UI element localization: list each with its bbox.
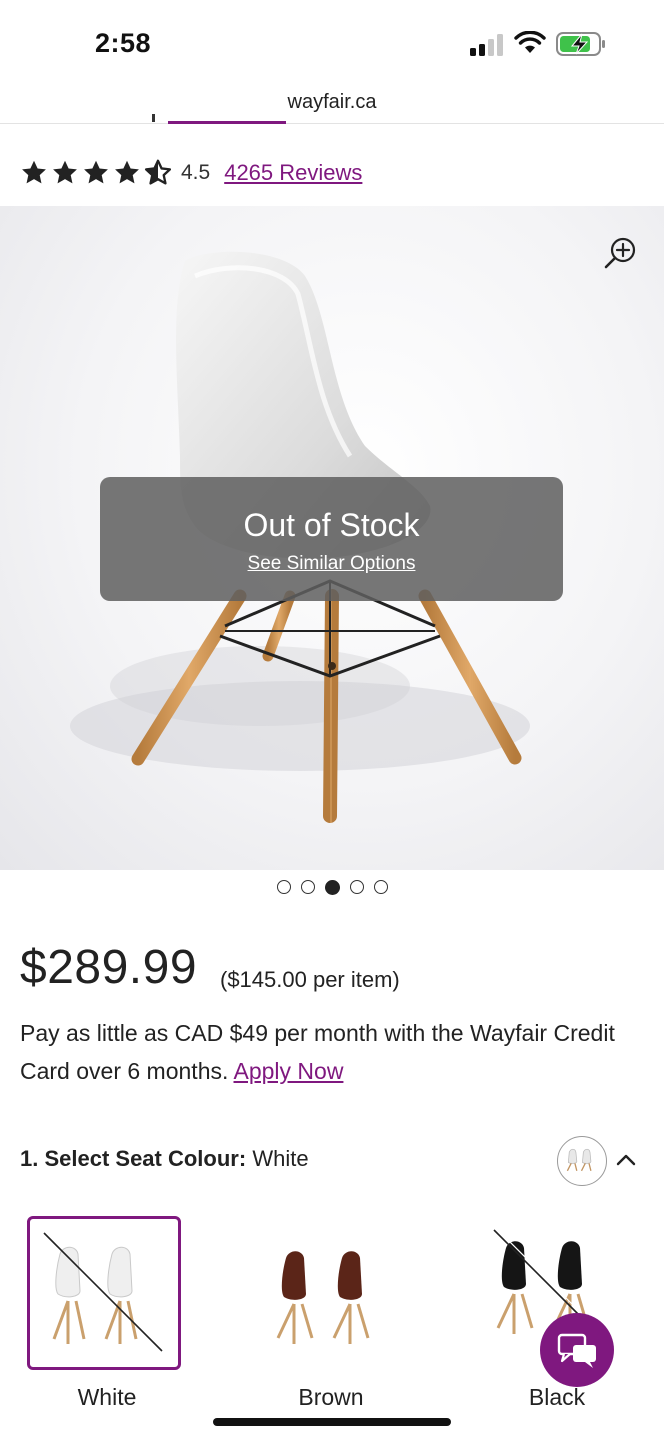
reviews-link[interactable]: 4265 Reviews	[224, 160, 362, 186]
option-label-white: White	[77, 1384, 137, 1410]
battery-charging-icon	[556, 32, 605, 56]
gallery-dot[interactable]	[349, 880, 364, 894]
signal-icon	[470, 34, 503, 56]
star-half-icon	[144, 159, 172, 185]
price: $289.99	[20, 941, 198, 994]
out-of-stock-overlay: Out of Stock See Similar Options	[100, 477, 563, 601]
gallery-dot-active[interactable]	[324, 880, 340, 895]
chevron-up-icon[interactable]	[614, 1148, 638, 1172]
browser-url-bar[interactable]: wayfair.ca	[0, 88, 664, 124]
gallery-dot[interactable]	[276, 880, 291, 894]
rating-row: 4.5 4265 Reviews	[20, 155, 362, 191]
chat-icon	[557, 1333, 596, 1368]
star-icon	[53, 160, 77, 184]
star-icon	[84, 160, 108, 184]
scrolled-link-fragment	[168, 121, 286, 124]
out-of-stock-title: Out of Stock	[243, 507, 420, 543]
scrolled-fragment	[152, 114, 155, 122]
url-text: wayfair.ca	[287, 91, 377, 113]
colour-option-brown[interactable]	[254, 1216, 408, 1370]
home-indicator	[213, 1418, 451, 1426]
chat-button[interactable]	[540, 1313, 614, 1387]
white-chair-swatch	[43, 1232, 163, 1352]
selected-swatch-thumb	[557, 1136, 607, 1186]
status-time: 2:58	[95, 28, 152, 58]
apply-now-link[interactable]: Apply Now	[234, 1058, 344, 1084]
option-header-label: 1. Select Seat Colour:	[20, 1146, 247, 1171]
wifi-icon	[514, 31, 546, 53]
status-bar: 2:58	[0, 0, 664, 88]
see-similar-options-link[interactable]: See Similar Options	[100, 553, 563, 575]
option-label-brown: Brown	[298, 1384, 364, 1410]
zoom-in-icon[interactable]	[603, 235, 639, 271]
rating-value: 4.5	[181, 161, 211, 184]
gallery-dot[interactable]	[373, 880, 388, 894]
colour-option-white[interactable]	[27, 1216, 181, 1370]
option-header-value: White	[252, 1146, 309, 1171]
financing-text: Pay as little as CAD $49 per month with …	[20, 1014, 640, 1090]
star-icon	[115, 160, 139, 184]
star-rating	[20, 159, 172, 187]
star-icon	[22, 160, 46, 184]
gallery-pagination	[0, 880, 664, 895]
seat-colour-header[interactable]: 1. Select Seat Colour: White	[20, 1146, 309, 1172]
price-per-item: ($145.00 per item)	[220, 967, 400, 992]
brown-chair-swatch	[276, 1251, 370, 1344]
gallery-dot[interactable]	[300, 880, 315, 894]
option-label-black: Black	[528, 1384, 586, 1410]
